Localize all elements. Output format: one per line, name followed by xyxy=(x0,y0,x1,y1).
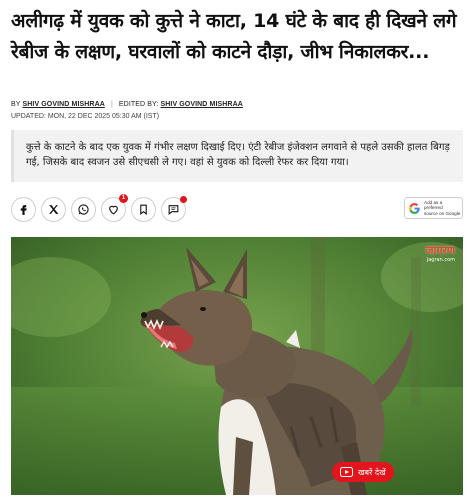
heart-icon xyxy=(109,205,118,215)
hero-image[interactable]: जागरण jagran.com खबरें देखें xyxy=(11,237,463,495)
watch-news-button[interactable]: खबरें देखें xyxy=(332,462,394,482)
x-share-button[interactable] xyxy=(41,197,66,222)
snarling-dog-image xyxy=(11,237,463,495)
comment-button[interactable] xyxy=(161,196,187,222)
whatsapp-share-button[interactable] xyxy=(71,197,96,222)
byline: BY SHIV GOVIND MISHRAA | EDITED BY: SHIV… xyxy=(11,101,243,108)
like-count-badge: 1 xyxy=(119,194,128,203)
x-icon xyxy=(49,205,59,214)
watermark-logo: जागरण xyxy=(425,244,455,257)
google-pref-line2: source on Google xyxy=(424,210,461,216)
by-label: BY xyxy=(11,101,21,108)
comment-notification-dot xyxy=(180,196,187,203)
editor-link[interactable]: SHIV GOVIND MISHRAA xyxy=(160,101,242,108)
watch-news-label: खबरें देखें xyxy=(358,467,386,477)
play-icon xyxy=(340,467,353,477)
share-toolbar: 1 xyxy=(11,194,463,223)
watermark-url: jagran.com xyxy=(426,257,455,263)
author-link[interactable]: SHIV GOVIND MISHRAA xyxy=(22,101,104,108)
article-summary: कुत्ते के काटने के बाद एक युवक में गंभीर… xyxy=(11,130,463,182)
bookmark-icon xyxy=(140,204,147,215)
bookmark-button[interactable] xyxy=(131,197,156,222)
edited-by-label: EDITED BY: xyxy=(118,101,159,108)
article-headline: अलीगढ़ में युवक को कुत्ते ने काटा, 14 घं… xyxy=(11,10,457,63)
google-pref-line1: Add as a preferred xyxy=(424,199,443,211)
updated-timestamp: UPDATED: MON, 22 DEC 2025 05:30 AM (IST) xyxy=(11,113,160,120)
whatsapp-icon xyxy=(78,204,89,215)
jagran-watermark: जागरण jagran.com xyxy=(425,243,455,263)
comment-icon xyxy=(168,205,179,215)
facebook-share-button[interactable] xyxy=(11,197,36,222)
google-preferred-source-button[interactable]: Add as a preferred source on Google xyxy=(404,197,463,219)
facebook-icon xyxy=(20,205,27,215)
google-icon xyxy=(409,202,420,214)
like-button[interactable]: 1 xyxy=(101,194,128,222)
